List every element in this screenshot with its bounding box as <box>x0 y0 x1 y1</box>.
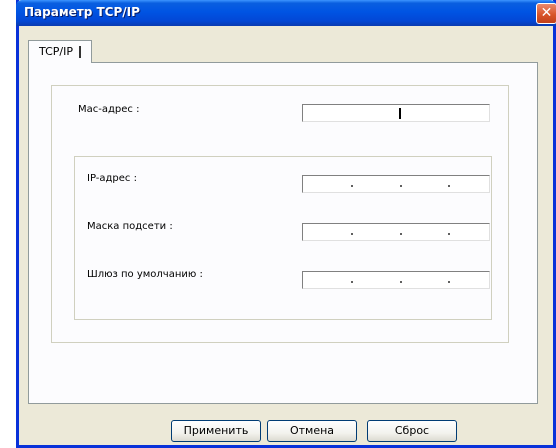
mac-address-field[interactable] <box>302 104 490 122</box>
window-title: Параметр TCP/IP <box>24 5 140 19</box>
subnet-mask-label: Маска подсети : <box>87 221 173 232</box>
apply-button[interactable]: Применить <box>171 420 261 442</box>
ip-settings-group: IP-адрес : Маска подсети : Шлюз по умолч… <box>74 156 492 320</box>
ip-octet-separator <box>400 233 402 235</box>
default-gateway-field[interactable] <box>302 271 490 289</box>
tab-tcpip-label: TCP/IP <box>39 45 73 58</box>
close-button[interactable]: ✕ <box>536 3 556 24</box>
close-icon: ✕ <box>540 5 553 21</box>
subnet-mask-field[interactable] <box>302 223 490 241</box>
mac-address-label: Mac-адрес : <box>78 104 140 115</box>
ip-octet-separator <box>400 281 402 283</box>
ip-octet-separator <box>351 185 353 187</box>
title-bar[interactable]: Параметр TCP/IP ✕ <box>16 0 556 26</box>
ip-address-field[interactable] <box>302 175 490 193</box>
tab-tcpip[interactable]: TCP/IP <box>28 40 92 63</box>
reset-button[interactable]: Сброс <box>367 420 457 442</box>
tab-separator <box>78 46 81 58</box>
ip-octet-separator <box>448 233 450 235</box>
ip-octet-separator <box>448 185 450 187</box>
tcpip-dialog: Параметр TCP/IP ✕ TCP/IP Mac-адрес : IP-… <box>16 0 556 448</box>
ip-octet-separator <box>400 185 402 187</box>
tab-panel-tcpip: Mac-адрес : IP-адрес : Маска подсети : Ш… <box>28 62 538 404</box>
ip-octet-separator <box>448 281 450 283</box>
cancel-button[interactable]: Отмена <box>267 420 357 442</box>
default-gateway-label: Шлюз по умолчанию : <box>87 269 203 280</box>
ip-address-label: IP-адрес : <box>87 173 137 184</box>
text-cursor <box>399 108 401 119</box>
ip-octet-separator <box>351 233 353 235</box>
ip-octet-separator <box>351 281 353 283</box>
settings-group: Mac-адрес : IP-адрес : Маска подсети : Ш… <box>51 85 509 343</box>
